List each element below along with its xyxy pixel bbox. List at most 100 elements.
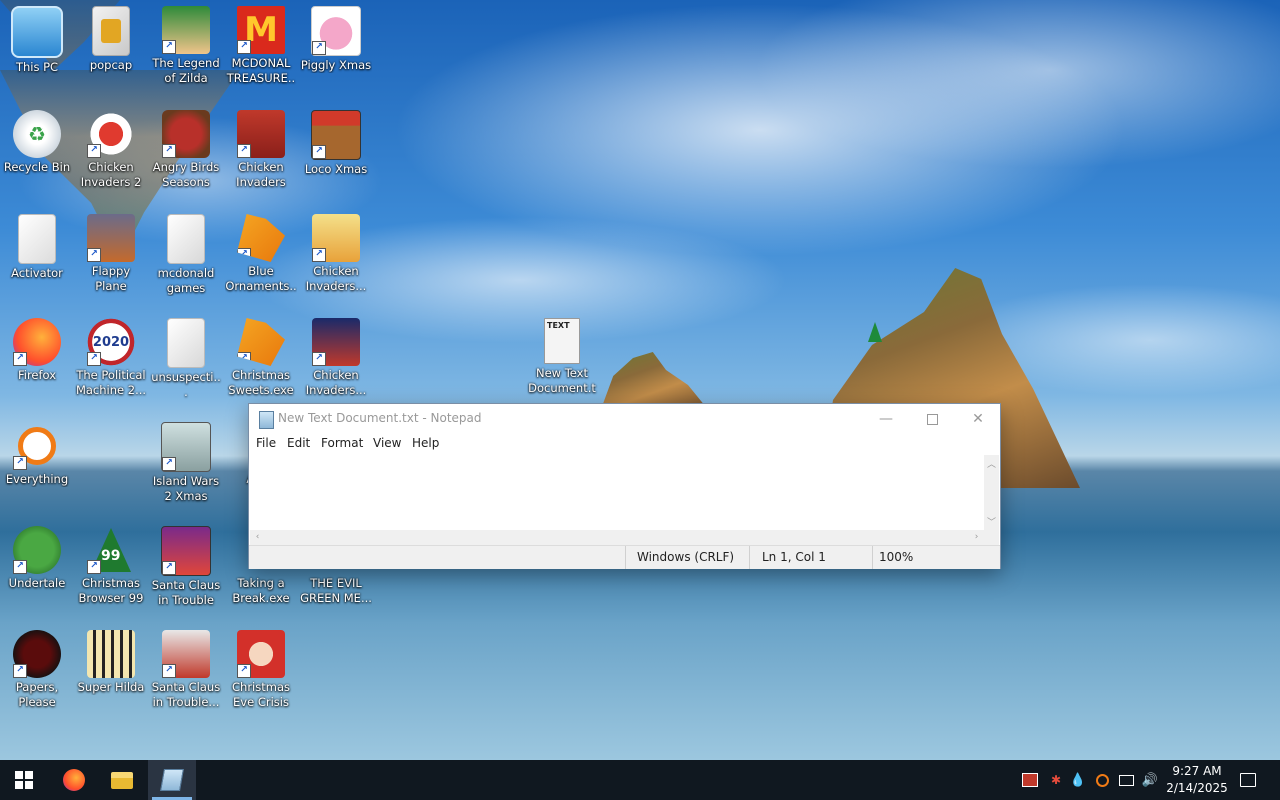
- desktop-icon-santa-claus-in-trouble[interactable]: ↗ Santa Claus in Trouble: [150, 526, 222, 608]
- tray-droplet-icon[interactable]: 💧: [1070, 772, 1086, 788]
- shortcut-arrow-icon: ↗: [162, 144, 176, 158]
- desktop-icon-loco-xmas[interactable]: ↗ Loco Xmas: [300, 110, 372, 177]
- desktop-icon-mcdonal-treasure[interactable]: M ↗ MCDONAL TREASURE...: [225, 6, 297, 86]
- desktop-icon-everything[interactable]: ↗ Everything: [1, 422, 73, 487]
- desktop-icon-label: Chicken Invaders...: [305, 368, 367, 397]
- notepad-menubar: File Edit Format View Help: [249, 434, 1000, 454]
- folder-icon: [111, 771, 133, 789]
- tray-app-icon[interactable]: [1022, 772, 1038, 788]
- status-zoom: 100%: [879, 550, 914, 564]
- desktop-icon-recycle-bin[interactable]: ♻ Recycle Bin: [1, 110, 73, 175]
- desktop-icon-label: Santa Claus in Trouble...: [151, 680, 221, 709]
- taskbar-file-explorer-button[interactable]: [98, 760, 146, 800]
- desktop-icon-activator[interactable]: Activator: [1, 214, 73, 281]
- desktop-icon-chicken-invaders-3[interactable]: ↗ Chicken Invaders...: [300, 214, 372, 294]
- desktop-icon-chicken-invaders-2[interactable]: ↗ Chicken Invaders 2: [75, 110, 147, 190]
- desktop-icon-popcap[interactable]: popcap: [75, 6, 147, 73]
- desktop-icon-firefox[interactable]: ↗ Firefox: [1, 318, 73, 383]
- windows-logo-icon: [15, 771, 33, 789]
- desktop-icon-piggly-xmas[interactable]: ↗ Piggly Xmas: [300, 6, 372, 73]
- taskbar-clock[interactable]: 9:27 AM 2/14/2025: [1162, 763, 1232, 797]
- santa-face-icon: ↗: [237, 630, 285, 678]
- desktop-icon-flappy-plane[interactable]: ↗ Flappy Plane: [75, 214, 147, 294]
- desktop-icon-undertale[interactable]: ↗ Undertale: [1, 526, 73, 591]
- action-center-button[interactable]: [1239, 771, 1257, 789]
- desktop-icon-papers-please[interactable]: ↗ Papers, Please: [1, 630, 73, 710]
- desktop-icon-chicken-invaders-c[interactable]: ↗ Chicken Invaders C...: [225, 110, 297, 190]
- island-wars-icon: ↗: [161, 422, 211, 472]
- desktop-icon-christmas-browser-99[interactable]: 99 ↗ Christmas Browser 99: [75, 526, 147, 606]
- desktop-icon-island-wars-2-xmas[interactable]: ↗ Island Wars 2 Xmas: [150, 422, 222, 504]
- status-separator: [749, 546, 750, 569]
- taskbar-notepad-button[interactable]: [148, 760, 196, 800]
- start-button[interactable]: [0, 760, 48, 800]
- desktop-icon-christmas-sweets[interactable]: ↗ Christmas Sweets.exe: [225, 318, 297, 398]
- desktop-icon-legend-of-zilda[interactable]: ↗ The Legend of Zilda: [150, 6, 222, 86]
- bear-icon: ↗: [311, 110, 361, 160]
- scroll-right-icon[interactable]: ›: [969, 532, 984, 542]
- shortcut-arrow-icon: ↗: [237, 352, 251, 366]
- desktop-icon-unsuspecti[interactable]: unsuspecti...: [150, 318, 222, 400]
- desktop-icon-label: Angry Birds Seasons: [152, 160, 220, 189]
- scroll-left-icon[interactable]: ‹: [250, 532, 265, 542]
- minimize-button[interactable]: —: [863, 404, 909, 434]
- tray-network-share-icon[interactable]: ✱: [1048, 772, 1064, 788]
- shortcut-arrow-icon: ↗: [13, 664, 27, 678]
- desktop-icon-angry-birds-seasons[interactable]: ↗ Angry Birds Seasons: [150, 110, 222, 190]
- horizontal-scrollbar[interactable]: ‹ ›: [250, 530, 984, 545]
- christmas-tree-icon: 99 ↗: [87, 526, 135, 574]
- tree-cursor-icon: [868, 322, 882, 342]
- political-machine-glyph: 2020: [92, 334, 130, 350]
- browser-99-glyph: 99: [101, 548, 121, 564]
- desktop-icon-chicken-invaders-4[interactable]: ↗ Chicken Invaders...: [300, 318, 372, 398]
- tray-search-icon[interactable]: [1094, 772, 1110, 788]
- shortcut-arrow-icon: ↗: [312, 248, 326, 262]
- shortcut-arrow-icon: ↗: [162, 664, 176, 678]
- desktop-icon-christmas-eve-crisis[interactable]: ↗ Christmas Eve Crisis: [225, 630, 297, 710]
- desktop-icon-blue-ornaments[interactable]: ↗ Blue Ornaments...: [225, 214, 297, 294]
- desktop-icon-label: Chicken Invaders...: [305, 264, 367, 293]
- desktop-icon-new-text-document[interactable]: TEXT New Text Document.txt: [526, 318, 598, 396]
- scroll-up-icon[interactable]: ︿: [984, 457, 999, 470]
- desktop-icon-santa-claus-in-trouble-2[interactable]: ↗ Santa Claus in Trouble...: [150, 630, 222, 710]
- desktop-icon-mcdonald-games[interactable]: mcdonald games: [150, 214, 222, 296]
- desktop-icon-this-pc[interactable]: This PC: [1, 6, 73, 75]
- santa-icon: ↗: [161, 526, 211, 576]
- menu-format[interactable]: Format: [321, 436, 363, 450]
- desktop-icon-label: MCDONAL TREASURE...: [226, 56, 296, 85]
- maximize-button[interactable]: [909, 404, 955, 434]
- recycle-bin-icon: ♻: [13, 110, 61, 158]
- notepad-window[interactable]: New Text Document.txt - Notepad — ✕ File…: [248, 403, 1001, 569]
- menu-edit[interactable]: Edit: [287, 436, 310, 450]
- flappy-plane-icon: ↗: [87, 214, 135, 262]
- vertical-scrollbar[interactable]: ︿ ﹀: [984, 455, 999, 530]
- shortcut-arrow-icon: ↗: [237, 40, 251, 54]
- resize-grip[interactable]: [984, 530, 999, 545]
- close-button[interactable]: ✕: [955, 404, 1001, 434]
- desktop-icon-label: Christmas Eve Crisis: [232, 680, 290, 709]
- menu-file[interactable]: File: [256, 436, 276, 450]
- desktop-icon-label: Chicken Invaders 2: [80, 160, 142, 189]
- notepad-app-icon: [259, 411, 274, 429]
- scroll-down-icon[interactable]: ﹀: [984, 515, 999, 528]
- desktop-icon-label: Christmas Browser 99: [78, 576, 144, 605]
- chicken-icon: ↗: [312, 318, 360, 366]
- network-icon[interactable]: [1118, 772, 1134, 788]
- menu-view[interactable]: View: [373, 436, 401, 450]
- desktop-icon-label: Everything: [5, 472, 69, 486]
- taskbar: ✱ 💧 🔊 9:27 AM 2/14/2025: [0, 760, 1280, 800]
- menu-help[interactable]: Help: [412, 436, 439, 450]
- desktop-icon-political-machine[interactable]: 2020 ↗ The Political Machine 2...: [75, 318, 147, 398]
- notepad-text-area[interactable]: [250, 455, 984, 530]
- shortcut-arrow-icon: ↗: [237, 248, 251, 262]
- desktop-icon-super-hilda[interactable]: Super Hilda: [75, 630, 147, 695]
- taskbar-firefox-button[interactable]: [50, 760, 98, 800]
- volume-icon[interactable]: 🔊: [1142, 772, 1158, 788]
- firefox-icon: ↗: [13, 318, 61, 366]
- desktop-icon-label: Flappy Plane: [91, 264, 131, 293]
- folder-icon: [18, 214, 56, 264]
- zilda-icon: ↗: [162, 6, 210, 54]
- folder-icon: [167, 318, 205, 368]
- chicken-icon: ↗: [87, 110, 135, 158]
- notepad-titlebar[interactable]: New Text Document.txt - Notepad — ✕: [249, 404, 1000, 434]
